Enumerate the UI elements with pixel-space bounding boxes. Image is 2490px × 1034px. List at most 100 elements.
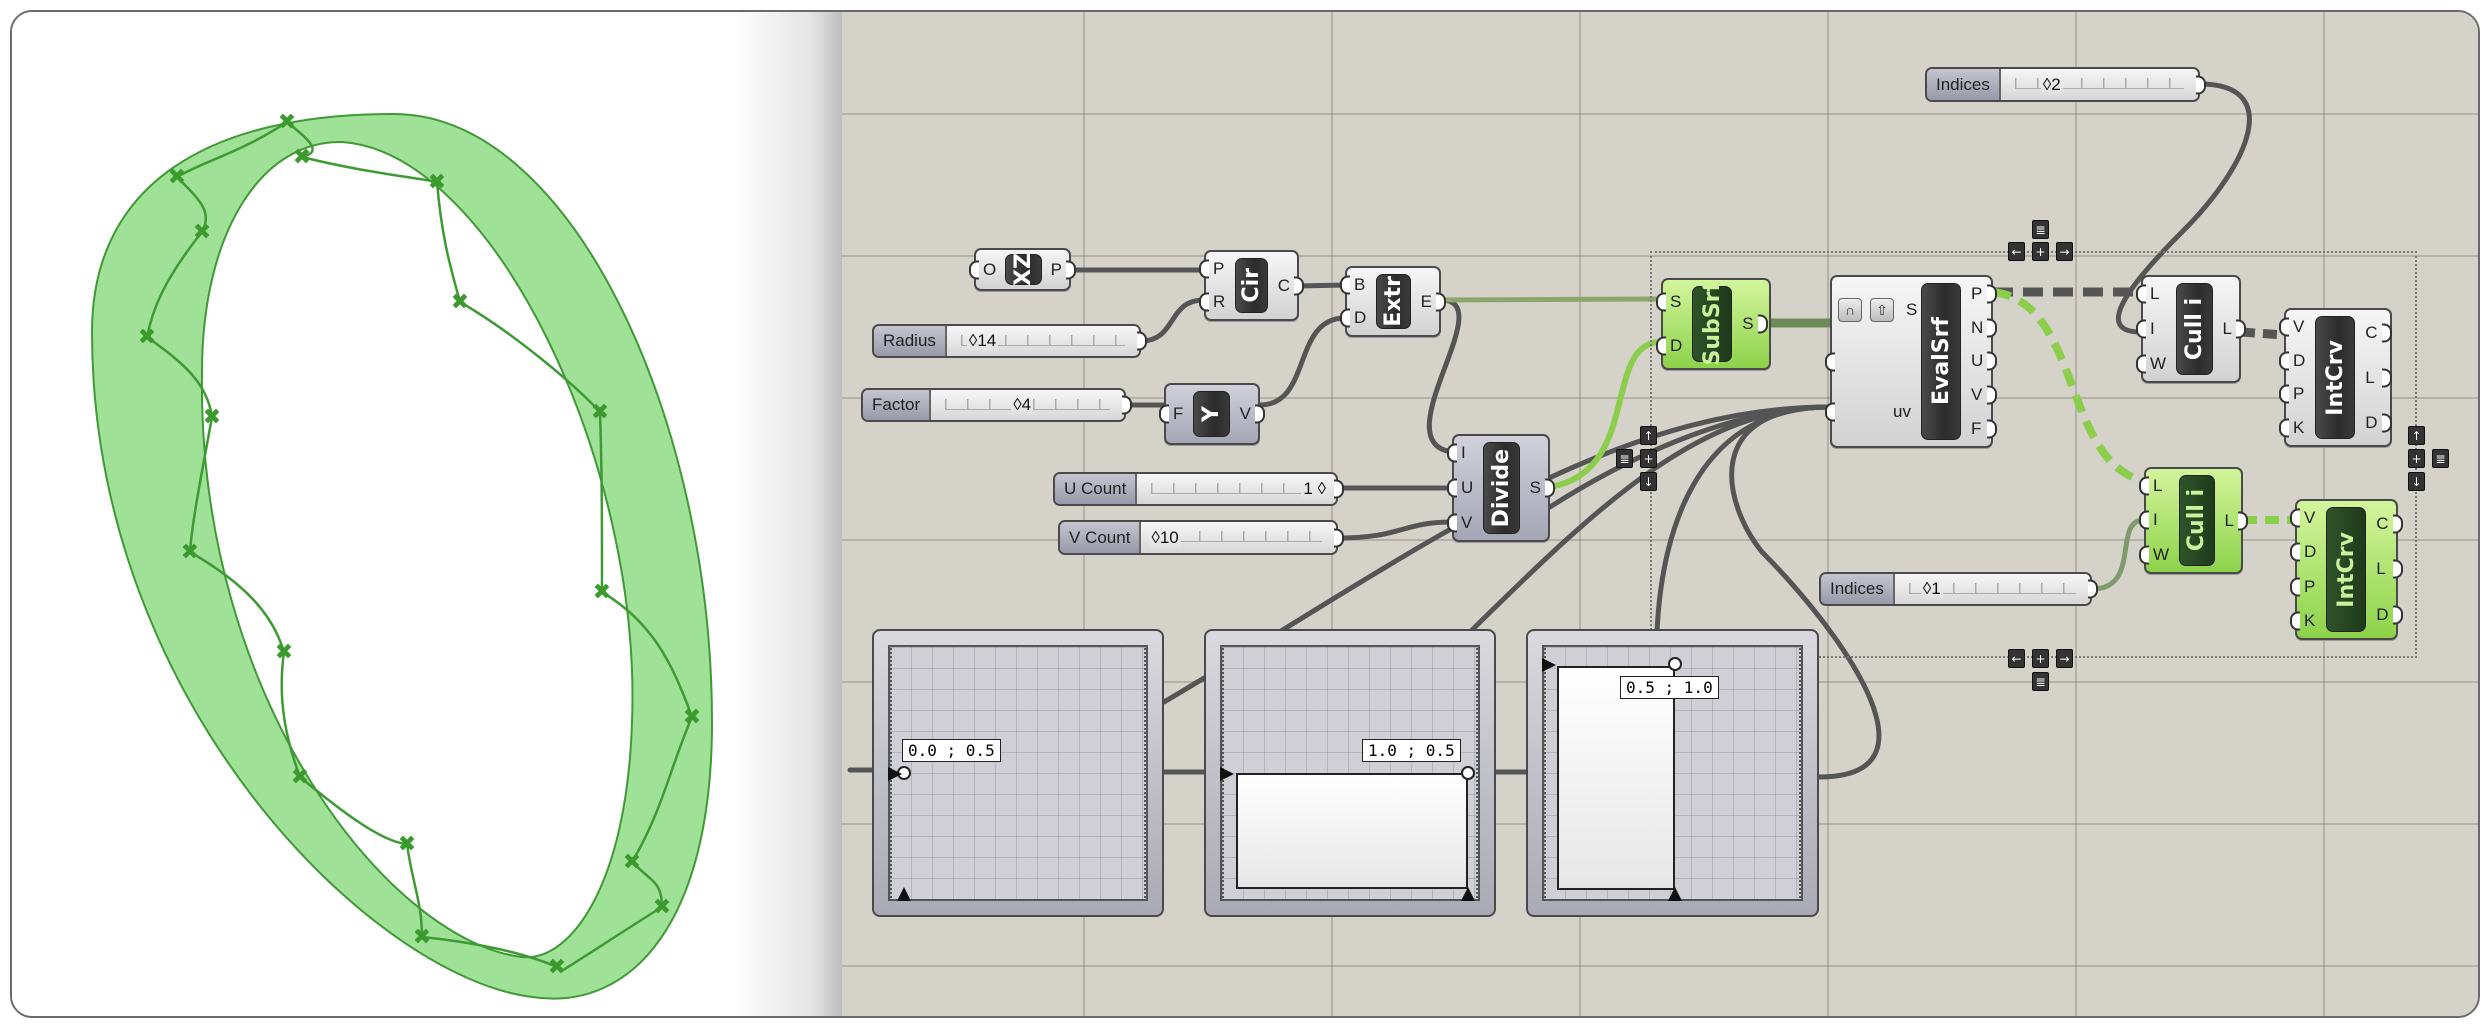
input-port[interactable]: U [1454,478,1480,497]
input-port[interactable]: uv [1832,403,1918,421]
input-port[interactable]: D [2297,543,2323,561]
arrow-down-icon[interactable]: ↓ [2408,472,2425,491]
input-marker-icon [1668,887,1682,901]
output-port[interactable]: U [1964,352,1990,370]
slider-label: Factor [863,390,932,420]
graph-handle[interactable] [1461,766,1475,780]
factor-slider[interactable]: Factor ◊4 [861,388,1126,422]
graph-handle[interactable] [1668,657,1682,671]
graph-mapper-3[interactable]: 0.5 ; 1.0 [1526,629,1819,917]
node-label: EvalSrf [1928,317,1954,406]
arrow-right-icon[interactable]: → [2056,242,2073,261]
output-port[interactable]: C [2369,514,2395,533]
input-port[interactable]: F [1166,405,1190,423]
slider-track[interactable]: 1 ◊ [1137,474,1336,504]
radius-slider[interactable]: Radius ◊14 [872,324,1141,358]
input-port[interactable]: V [1454,513,1480,532]
input-port[interactable]: K [2297,611,2323,630]
output-port[interactable]: L [2369,560,2395,578]
output-port[interactable]: V [1964,386,1990,404]
graph-mapper-2[interactable]: 1.0 ; 0.5 [1204,629,1496,917]
node-label: IntCrv [2322,339,2348,416]
slider-track[interactable]: ◊4 [931,390,1124,420]
input-port[interactable]: K [2286,419,2312,437]
input-port[interactable]: W [2143,354,2173,373]
arrow-left-icon[interactable]: ← [2008,242,2025,261]
node-divide-domain[interactable]: IUV Divide S [1452,434,1550,542]
indices-slider-bottom[interactable]: Indices ◊1 [1819,572,2092,606]
u-count-slider[interactable]: U Count 1 ◊ [1053,472,1338,506]
reparameterize-icon[interactable]: ∩ [1838,298,1862,322]
input-port[interactable]: W [2146,545,2176,564]
arrow-up-icon[interactable]: ↑ [2408,426,2425,445]
output-port[interactable]: L [2358,368,2384,387]
node-evaluate-surface[interactable]: ∩ ⇧ S uv EvalSrf PNUVF [1830,275,1993,448]
input-port[interactable]: L [2146,477,2176,495]
output-port[interactable]: C [2358,323,2384,342]
center-icon[interactable]: + [2032,242,2049,261]
input-port[interactable]: P [2297,577,2323,596]
list-icon[interactable]: ≣ [2432,449,2449,468]
output-port[interactable]: D [2369,606,2395,624]
center-icon[interactable]: + [1640,449,1657,468]
node-interpolate-curve-top[interactable]: VDPK IntCrv CLD [2284,308,2392,447]
output-port[interactable]: N [1964,318,1990,337]
node-circle[interactable]: PR Cir C [1204,250,1299,321]
node-extrude[interactable]: BD Extr E [1345,266,1441,337]
input-port[interactable]: P [1206,259,1232,278]
node-label: Extr [1380,276,1406,327]
output-port[interactable]: C [1271,276,1297,295]
output-port[interactable]: S [1735,315,1760,333]
input-port[interactable]: R [1206,293,1232,311]
node-cull-index-top[interactable]: LIW Cull i L [2141,275,2241,383]
node-xz-plane[interactable]: O XZ P [974,248,1071,291]
node-cull-index-bottom[interactable]: LIW Cull i L [2144,467,2243,574]
arrow-up-icon[interactable]: ⇧ [1870,298,1894,322]
center-icon[interactable]: + [2032,649,2049,668]
input-port[interactable]: I [2143,319,2173,338]
input-port[interactable]: O [976,260,1003,279]
arrow-up-icon[interactable]: ↑ [1640,426,1657,445]
input-port[interactable]: S [1663,293,1689,311]
output-port[interactable]: E [1414,292,1439,311]
list-icon[interactable]: ≣ [2032,220,2049,239]
input-port[interactable]: P [2286,385,2312,403]
slider-track[interactable]: ◊14 [946,326,1139,356]
input-port[interactable]: I [2146,511,2176,529]
input-port[interactable]: V [2297,509,2323,527]
input-port[interactable]: V [2286,317,2312,336]
output-port[interactable]: V [1233,405,1258,423]
slider-track[interactable]: ◊10 [1141,522,1336,553]
node-subsurface[interactable]: S D SubSrf S [1661,278,1771,370]
input-port[interactable]: D [1347,309,1373,327]
output-port[interactable]: D [2358,413,2384,432]
input-port[interactable]: D [1663,337,1689,355]
graph-fill [1236,773,1468,889]
arrow-down-icon[interactable]: ↓ [1640,472,1657,491]
input-port[interactable]: D [2286,351,2312,370]
slider-track[interactable]: ◊1 [1894,574,2090,604]
input-port[interactable]: B [1347,275,1373,294]
node-label: Cull i [2184,489,2210,552]
indices-slider-top[interactable]: Indices ◊2 [1925,67,2200,102]
slider-track[interactable]: ◊2 [2000,69,2198,100]
input-port[interactable]: I [1454,444,1480,462]
list-icon[interactable]: ≣ [2032,672,2049,691]
arrow-left-icon[interactable]: ← [2008,649,2025,668]
output-port[interactable]: P [1964,284,1990,303]
center-icon[interactable]: + [2408,449,2425,468]
output-port[interactable]: P [1044,260,1069,279]
output-port[interactable]: L [2218,511,2241,530]
graph-mapper-1[interactable]: 0.0 ; 0.5 [872,629,1164,917]
output-port[interactable]: F [1964,420,1990,438]
output-port[interactable]: L [2216,320,2239,338]
input-port[interactable]: L [2143,285,2173,303]
list-icon[interactable]: ≣ [1616,449,1633,468]
output-port[interactable]: S [1523,479,1548,497]
node-interpolate-curve-bottom[interactable]: VDPK IntCrv CLD [2295,499,2398,640]
v-count-slider[interactable]: V Count ◊10 [1058,520,1338,555]
node-unit-y[interactable]: F Y V [1164,383,1260,445]
input-port[interactable]: S [1902,301,1917,319]
arrow-right-icon[interactable]: → [2056,649,2073,668]
window-frame: ✖ ✖ ✖ ✖ ✖ ✖ ✖ ✖ ✖ ✖ ✖ ✖ ✖ ✖ ✖ ✖ ✖ ✖ ✖ ≣ … [10,10,2480,1018]
